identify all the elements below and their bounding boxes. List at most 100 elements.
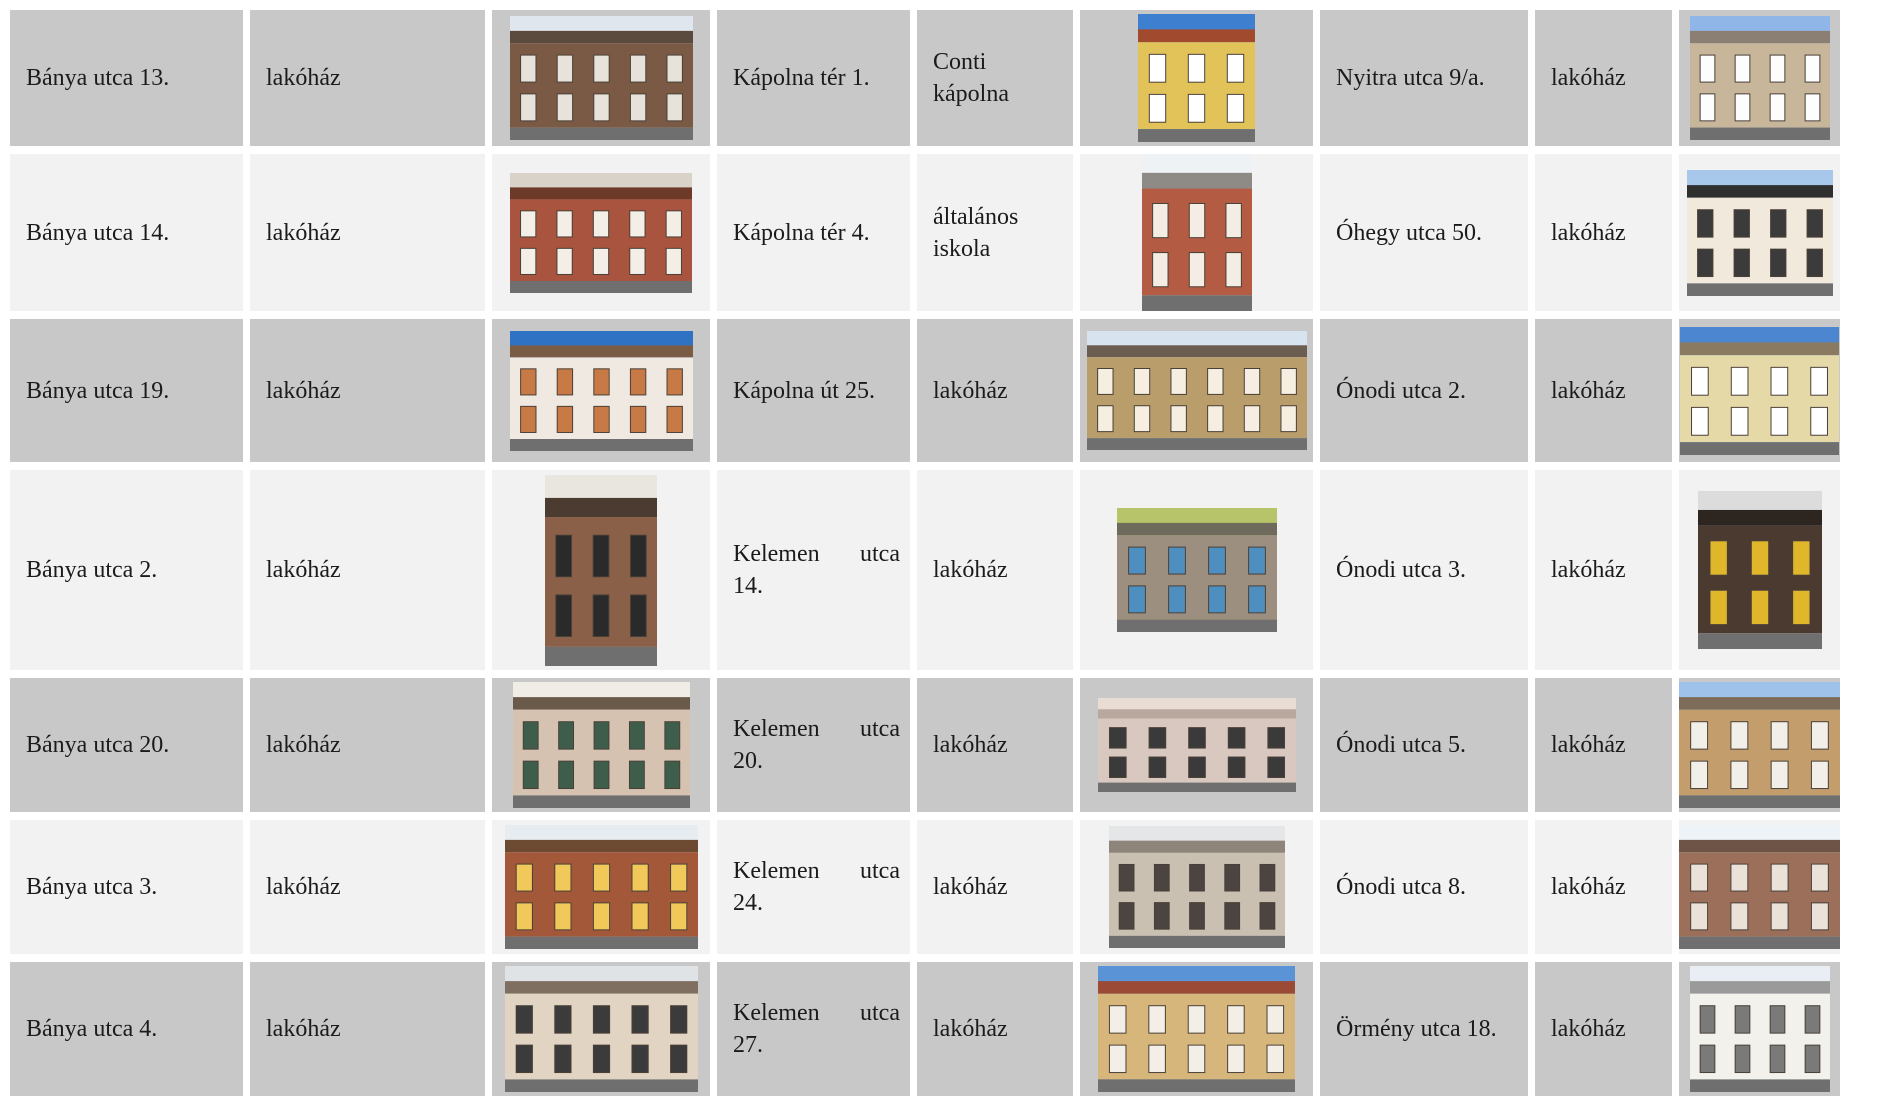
type-cell: Conti kápolna — [917, 10, 1073, 146]
photo-icon — [1141, 154, 1252, 311]
building-photo — [509, 330, 693, 451]
photo-cell — [1080, 962, 1313, 1096]
photo-icon — [1138, 14, 1255, 142]
photo-cell — [1080, 10, 1313, 146]
type-text: lakóház — [266, 557, 341, 583]
address-text: Bánya utca 19. — [26, 377, 170, 404]
address-cell: Bánya utca 19. — [10, 319, 243, 462]
type-text: lakóház — [266, 65, 341, 91]
address-text: Ónodi utca 3. — [1336, 557, 1466, 583]
type-text: lakóház — [1551, 557, 1626, 583]
photo-icon — [504, 966, 698, 1092]
building-photo — [1141, 154, 1252, 311]
address-cell: Ónodi utca 8. — [1320, 820, 1528, 954]
type-cell: lakóház — [1535, 962, 1672, 1096]
address-cell: Nyitra utca 9/a. — [1320, 10, 1528, 146]
building-photo — [1098, 966, 1295, 1092]
type-cell: lakóház — [917, 962, 1073, 1096]
type-text: Conti kápolna — [933, 49, 1009, 107]
photo-cell — [1080, 470, 1313, 670]
photo-cell — [492, 319, 710, 462]
address-text: Nyitra utca 9/a. — [1336, 65, 1485, 91]
type-text: lakóház — [1551, 732, 1626, 758]
address-text: Bánya utca 3. — [26, 874, 158, 900]
type-text: lakóház — [933, 557, 1008, 583]
photo-icon — [1108, 826, 1285, 948]
photo-cell — [1679, 820, 1840, 954]
photo-cell — [1679, 319, 1840, 462]
photo-icon — [1686, 169, 1833, 296]
photo-cell — [1080, 678, 1313, 812]
address-cell: Kápolna út 25. — [717, 319, 910, 462]
building-photo — [1116, 508, 1277, 632]
building-photo — [510, 172, 692, 293]
photo-icon — [1689, 16, 1830, 140]
building-photo — [1086, 331, 1307, 450]
building-photo — [1697, 491, 1822, 649]
address-text: Bánya utca 13. — [26, 65, 170, 91]
type-cell: lakóház — [917, 319, 1073, 462]
photo-cell — [492, 470, 710, 670]
type-cell: lakóház — [250, 470, 485, 670]
building-photo — [1679, 682, 1840, 808]
type-text: lakóház — [933, 874, 1008, 900]
photo-icon — [1097, 698, 1296, 792]
address-text: Ónodi utca 2. — [1336, 377, 1466, 404]
address-cell: Ónodi utca 3. — [1320, 470, 1528, 670]
photo-cell — [1679, 678, 1840, 812]
type-cell: lakóház — [917, 820, 1073, 954]
address-cell: Bánya utca 3. — [10, 820, 243, 954]
building-photo — [1138, 14, 1255, 142]
photo-icon — [1098, 966, 1295, 1092]
building-photo — [1689, 16, 1830, 140]
address-cell: Kápolna tér 4. — [717, 154, 910, 311]
address-text: Bánya utca 2. — [26, 557, 158, 583]
type-cell: lakóház — [250, 962, 485, 1096]
photo-cell — [492, 10, 710, 146]
address-cell: Óhegy utca 50. — [1320, 154, 1528, 311]
address-text: Kelemen utca 27. — [733, 1000, 900, 1058]
photo-cell — [1080, 820, 1313, 954]
building-photo — [509, 16, 693, 140]
address-cell: Kelemen utca 24. — [717, 820, 910, 954]
photo-icon — [1086, 331, 1307, 450]
type-cell: lakóház — [250, 10, 485, 146]
type-cell: lakóház — [250, 678, 485, 812]
type-text: lakóház — [933, 732, 1008, 758]
building-photo — [1686, 169, 1833, 296]
type-cell: lakóház — [250, 319, 485, 462]
address-text: Kápolna tér 4. — [733, 219, 870, 246]
building-photo — [1679, 825, 1840, 949]
type-text: lakóház — [1551, 1016, 1626, 1042]
type-text: lakóház — [933, 1016, 1008, 1042]
type-cell: lakóház — [250, 820, 485, 954]
address-cell: Ónodi utca 2. — [1320, 319, 1528, 462]
photo-cell — [492, 820, 710, 954]
building-photo — [504, 825, 698, 949]
photo-cell — [492, 154, 710, 311]
type-text: lakóház — [1551, 219, 1626, 246]
photo-icon — [512, 682, 690, 808]
type-text: lakóház — [1551, 377, 1626, 404]
photo-cell — [492, 678, 710, 812]
address-text: Bánya utca 14. — [26, 219, 170, 246]
type-cell: lakóház — [1535, 470, 1672, 670]
photo-cell — [1679, 154, 1840, 311]
building-photo — [512, 682, 690, 808]
building-photo — [504, 966, 698, 1092]
address-cell: Bánya utca 20. — [10, 678, 243, 812]
address-text: Kápolna út 25. — [733, 377, 875, 404]
address-cell: Kápolna tér 1. — [717, 10, 910, 146]
photo-cell — [1679, 470, 1840, 670]
address-cell: Ónodi utca 5. — [1320, 678, 1528, 812]
photo-icon — [1116, 508, 1277, 632]
type-cell: lakóház — [1535, 154, 1672, 311]
type-cell: lakóház — [1535, 10, 1672, 146]
photo-icon — [510, 172, 692, 293]
address-text: Bánya utca 20. — [26, 732, 170, 758]
address-text: Örmény utca 18. — [1336, 1016, 1497, 1042]
building-photo — [1680, 326, 1839, 455]
building-photo — [1689, 966, 1830, 1092]
type-text: lakóház — [266, 732, 341, 758]
photo-icon — [545, 474, 657, 666]
